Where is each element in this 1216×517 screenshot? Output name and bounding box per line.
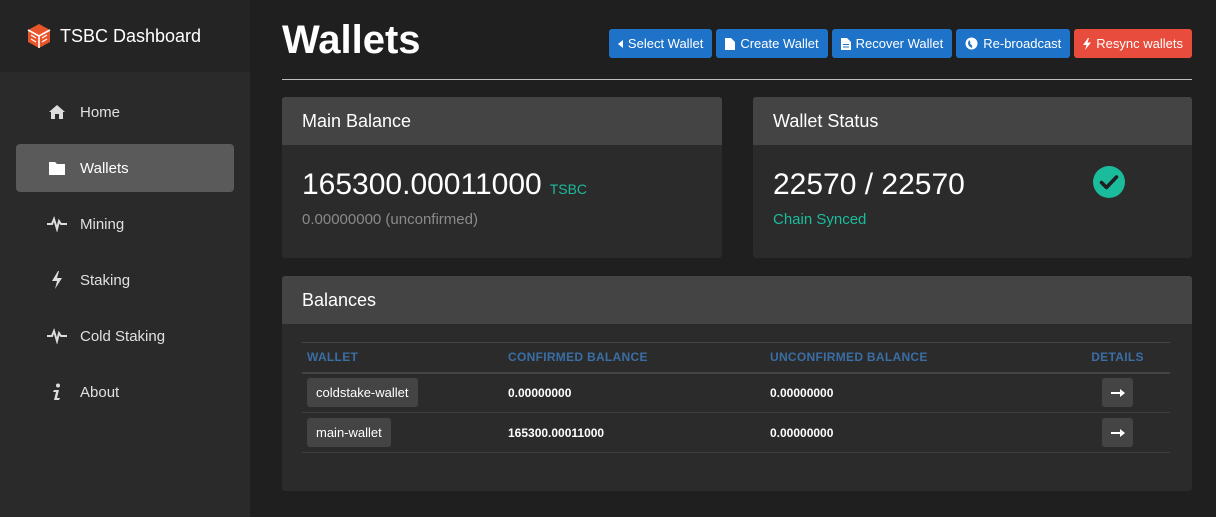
brand-title: TSBC Dashboard [60, 25, 202, 46]
confirmed-balance-cell: 0.00000000 [503, 372, 765, 413]
wallet-name-tag[interactable]: coldstake-wallet [307, 378, 418, 408]
brand[interactable]: TSBC Dashboard [0, 0, 250, 72]
unconfirmed-balance-cell: 0.00000000 [765, 412, 1065, 453]
main-content: Wallets Select Wallet Create Wallet Reco… [250, 0, 1216, 517]
resync-wallets-label: Resync wallets [1096, 36, 1183, 51]
file-icon [725, 37, 736, 50]
details-button[interactable] [1102, 378, 1133, 408]
sidebar-item-staking[interactable]: Staking [16, 256, 234, 304]
sidebar-item-wallets[interactable]: Wallets [16, 144, 234, 192]
info-icon [47, 382, 67, 402]
column-header-confirmed: CONFIRMED BALANCE [503, 342, 765, 374]
balances-header: Balances [282, 276, 1192, 324]
balances-table: WALLET CONFIRMED BALANCE UNCONFIRMED BAL… [302, 342, 1170, 453]
check-circle-icon [1093, 166, 1125, 198]
sidebar-item-label: Wallets [80, 159, 129, 177]
toolbar: Select Wallet Create Wallet Recover Wall… [608, 29, 1192, 58]
unconfirmed-balance-cell: 0.00000000 [765, 372, 1065, 413]
arrow-right-icon [1110, 388, 1125, 397]
wallet-cell: coldstake-wallet [302, 372, 503, 413]
sidebar-item-about[interactable]: About [16, 368, 234, 416]
rebroadcast-label: Re-broadcast [983, 36, 1062, 51]
globe-icon [965, 37, 978, 50]
wallet-cell: main-wallet [302, 412, 503, 453]
sidebar-item-label: Home [80, 103, 121, 121]
bolt-icon [47, 270, 67, 290]
file-text-icon [840, 37, 851, 50]
column-header-wallet: WALLET [302, 342, 503, 374]
main-balance-value-row: 165300.00011000 TSBC [302, 168, 587, 202]
column-header-unconfirmed: UNCONFIRMED BALANCE [765, 342, 1065, 374]
column-header-details: DETAILS [1065, 342, 1170, 374]
arrow-right-icon [1110, 428, 1125, 437]
table-header-row: WALLET CONFIRMED BALANCE UNCONFIRMED BAL… [302, 342, 1170, 374]
block-height: 22570 / 22570 [773, 168, 965, 201]
confirmed-balance-cell: 165300.00011000 [503, 412, 765, 453]
details-button[interactable] [1102, 418, 1133, 447]
create-wallet-button[interactable]: Create Wallet [716, 29, 828, 58]
cube-logo-icon [27, 24, 51, 48]
select-wallet-label: Select Wallet [627, 36, 704, 51]
sync-status: Chain Synced [773, 211, 867, 228]
balances-card: Balances WALLET CONFIRMED BALANCE UNCONF… [282, 276, 1192, 491]
pulse-icon [47, 326, 67, 346]
resync-wallets-button[interactable]: Resync wallets [1074, 29, 1192, 58]
bolt-icon [1083, 37, 1092, 50]
sidebar-item-mining[interactable]: Mining [16, 200, 234, 248]
wallet-name-tag[interactable]: main-wallet [307, 418, 391, 447]
details-cell [1065, 372, 1170, 413]
folder-icon [47, 158, 67, 178]
main-balance-header: Main Balance [282, 97, 722, 145]
main-balance-card: Main Balance 165300.00011000 TSBC 0.00000… [282, 97, 722, 258]
sidebar-item-home[interactable]: Home [16, 88, 234, 136]
sidebar-item-label: About [80, 383, 120, 401]
create-wallet-label: Create Wallet [740, 36, 819, 51]
sidebar-item-label: Cold Staking [80, 327, 166, 345]
recover-wallet-button[interactable]: Recover Wallet [831, 29, 953, 58]
unconfirmed-balance: 0.00000000 (unconfirmed) [302, 211, 478, 228]
table-row: coldstake-wallet 0.00000000 0.00000000 [302, 372, 1170, 413]
wallet-status-header: Wallet Status [753, 97, 1192, 145]
wallet-status-card: Wallet Status 22570 / 22570 Chain Synced [753, 97, 1192, 258]
sidebar-nav: Home Wallets Mining Staking Cold Staking [0, 72, 250, 416]
home-icon [47, 102, 67, 122]
recover-wallet-label: Recover Wallet [855, 36, 944, 51]
sidebar: TSBC Dashboard Home Wallets Mining Staki… [0, 0, 250, 517]
main-balance-value: 165300.00011000 [302, 168, 542, 201]
sidebar-item-label: Staking [80, 271, 131, 289]
table-row: main-wallet 165300.00011000 0.00000000 [302, 412, 1170, 453]
rebroadcast-button[interactable]: Re-broadcast [956, 29, 1071, 58]
select-wallet-button[interactable]: Select Wallet [608, 29, 713, 58]
header-divider [282, 79, 1192, 80]
pulse-icon [47, 214, 67, 234]
chevron-left-icon [617, 39, 623, 48]
page-title: Wallets [282, 18, 421, 62]
currency-unit: TSBC [549, 181, 588, 197]
details-cell [1065, 412, 1170, 453]
sidebar-item-cold-staking[interactable]: Cold Staking [16, 312, 234, 360]
sidebar-item-label: Mining [80, 215, 125, 233]
